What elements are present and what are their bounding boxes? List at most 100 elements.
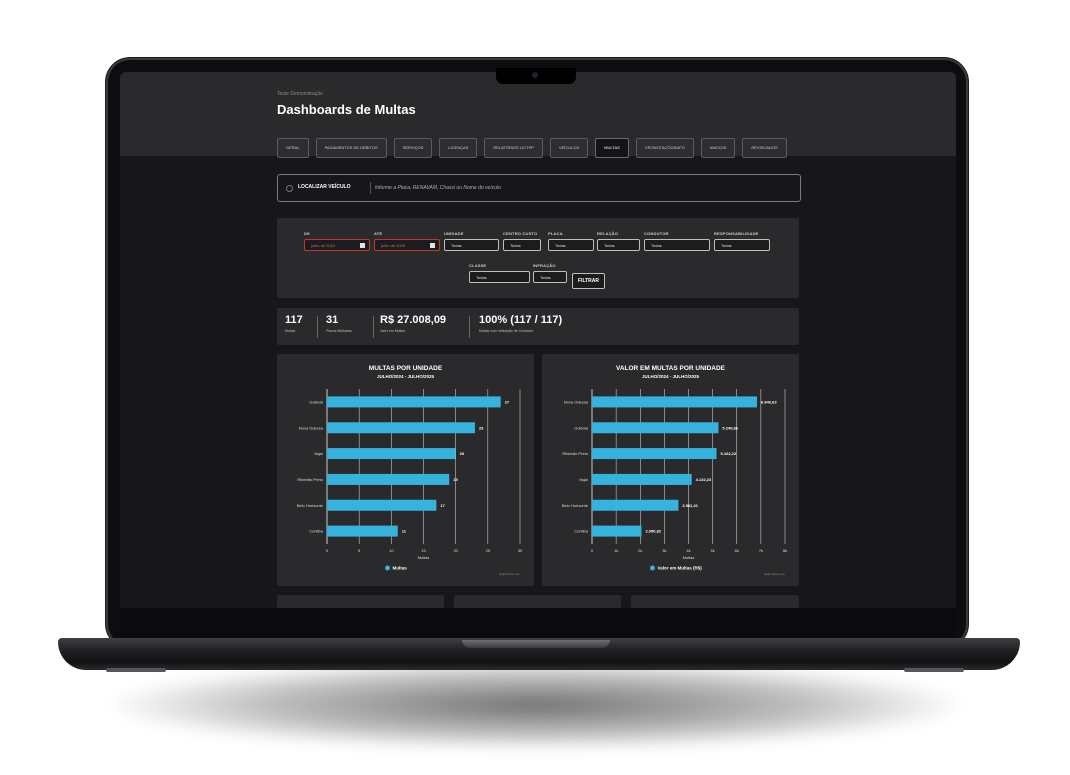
- filter-condutor: CONDUTOR Todos: [644, 231, 710, 251]
- filter-ate-label: ATÉ: [374, 231, 383, 236]
- search-input[interactable]: [375, 181, 785, 195]
- unidade-select[interactable]: Todas: [444, 239, 499, 251]
- multas-por-unidade-chart: MULTAS POR UNIDADE JULHO/2024 - JULHO/202…: [297, 365, 523, 576]
- tab-multas[interactable]: MULTAS: [595, 138, 629, 158]
- date-to-input[interactable]: julho de 2025: [374, 239, 440, 251]
- filter-de: DE julho de 2024: [304, 231, 370, 251]
- bar[interactable]: [327, 448, 456, 460]
- bar-data-label: 27: [505, 399, 510, 404]
- bar[interactable]: [327, 422, 475, 434]
- tab-veiculos[interactable]: VEÍCULOS: [549, 138, 589, 158]
- kpi-label: Multas: [285, 329, 296, 333]
- x-tick-label: 5: [358, 548, 361, 553]
- category-label: Curitiba: [309, 529, 324, 534]
- filter-centro-custo-label: CENTRO CUSTO: [503, 231, 538, 236]
- tab-anexos[interactable]: ANEXOS: [700, 138, 736, 158]
- x-tick-label: 4k: [686, 548, 690, 553]
- filter-responsabilidade-label: RESPONSABILIDADE: [714, 231, 759, 236]
- filter-responsabilidade: RESPONSABILIDADE Todas: [714, 231, 770, 251]
- filter-placa-label: PLACA: [548, 231, 563, 236]
- bar[interactable]: [592, 396, 758, 408]
- bar[interactable]: [327, 473, 450, 485]
- kpi-label: Placas Multadas: [326, 329, 352, 333]
- category-label: Nova Odessa: [564, 399, 589, 404]
- kpi-valor: R$ 27.008,09 Valor em Multas: [380, 314, 446, 333]
- bar-data-label: 20: [460, 451, 465, 456]
- kpi-value: 100% (117 / 117): [479, 314, 563, 326]
- tab-geral[interactable]: GERAL: [277, 138, 309, 158]
- responsabilidade-select[interactable]: Todas: [714, 239, 770, 251]
- kpi-divider: [373, 316, 374, 338]
- tab-reviscados[interactable]: REVISCADOS: [742, 138, 787, 158]
- legend-marker[interactable]: [385, 565, 390, 571]
- kpi-label: Valor em Multas: [380, 329, 406, 333]
- chart-credit[interactable]: Highcharts.com: [499, 572, 520, 576]
- kpi-indicacao: 100% (117 / 117) Multas com Indicação de…: [479, 314, 562, 333]
- filter-relacao: RELAÇÃO Todos: [597, 231, 640, 251]
- legend-marker[interactable]: [650, 565, 655, 571]
- filter-placa: PLACA Todas: [548, 231, 594, 251]
- date-to-value: julho de 2025: [381, 243, 406, 248]
- bar[interactable]: [327, 499, 437, 511]
- calendar-icon[interactable]: [430, 243, 435, 248]
- x-tick-label: 6k: [735, 548, 739, 553]
- kpi-strip: 117 Multas 31 Placas Multadas R$ 27.008,…: [277, 308, 799, 345]
- bar[interactable]: [592, 499, 679, 511]
- filter-classe-label: CLASSE: [469, 263, 487, 268]
- date-from-input[interactable]: julho de 2024: [304, 239, 370, 251]
- filter-relacao-label: RELAÇÃO: [597, 231, 619, 236]
- filter-ate: ATÉ julho de 2025: [374, 231, 440, 251]
- filter-button[interactable]: FILTRAR: [572, 273, 606, 289]
- tab-cronotacografo[interactable]: CRONOTACÓGRAFO: [635, 138, 694, 158]
- chart-subtitle: JULHO/2024 - JULHO/2025: [377, 374, 435, 379]
- classe-select[interactable]: Todas: [469, 271, 530, 283]
- bar[interactable]: [592, 473, 692, 485]
- x-tick-label: 8k: [783, 548, 787, 553]
- tab-licencas[interactable]: LICENÇAS: [439, 138, 478, 158]
- condutor-select[interactable]: Todos: [644, 239, 710, 251]
- filter-infracao-label: INFRAÇÃO: [533, 263, 556, 268]
- chart-credit[interactable]: Highcharts.com: [764, 572, 785, 576]
- bar-data-label: 19: [453, 477, 458, 482]
- x-tick-label: 10: [389, 548, 394, 553]
- category-label: Belo Horizonte: [562, 503, 589, 508]
- tab-relatorios-lictpp[interactable]: RELATÓRIOS LICTPP: [484, 138, 543, 158]
- placa-select[interactable]: Todas: [548, 239, 594, 251]
- search-icon: [286, 185, 293, 192]
- bar-data-label: 5.162,22: [721, 451, 737, 456]
- kpi-placas: 31 Placas Multadas: [326, 314, 352, 333]
- bar-data-label: 3.581,31: [682, 503, 698, 508]
- filter-classe: CLASSE Todas: [469, 263, 530, 283]
- legend-label[interactable]: Valor em Multas (R$): [658, 566, 703, 571]
- bar[interactable]: [327, 396, 501, 408]
- bar[interactable]: [592, 422, 719, 434]
- x-tick-label: 2k: [638, 548, 642, 553]
- relacao-select[interactable]: Todos: [597, 239, 640, 251]
- bar[interactable]: [592, 525, 642, 537]
- x-tick-label: 20: [453, 548, 458, 553]
- chart-card-valor-por-unidade: VALOR EM MULTAS POR UNIDADE JULHO/2024 - …: [542, 354, 799, 586]
- calendar-icon[interactable]: [360, 243, 365, 248]
- tab-pagamentos-de-debitos[interactable]: PAGAMENTOS DE DÉBITOS: [315, 138, 387, 158]
- vehicle-search-bar: LOCALIZAR VEÍCULO: [277, 174, 801, 202]
- bar[interactable]: [327, 525, 398, 537]
- filter-de-label: DE: [304, 231, 310, 236]
- tab-bar: GERAL PAGAMENTOS DE DÉBITOS SERVIÇOS LICENÇ…: [277, 138, 787, 158]
- centro-custo-select[interactable]: Todos: [503, 239, 541, 251]
- date-from-value: julho de 2024: [311, 243, 336, 248]
- kpi-divider: [317, 316, 318, 338]
- bar-data-label: 11: [402, 529, 407, 534]
- search-divider: [370, 182, 371, 194]
- kpi-value: R$ 27.008,09: [380, 314, 447, 326]
- x-tick-label: 30: [518, 548, 523, 553]
- tab-servicos[interactable]: SERVIÇOS: [393, 138, 433, 158]
- laptop-hinge: [462, 640, 610, 648]
- kpi-value: 31: [326, 314, 339, 326]
- legend-label[interactable]: Multas: [393, 566, 408, 571]
- search-label: LOCALIZAR VEÍCULO: [298, 184, 351, 190]
- bar[interactable]: [592, 448, 717, 460]
- category-label: Ribeirão Preto: [562, 451, 588, 456]
- page-title: Dashboards de Multas: [277, 102, 416, 117]
- next-card: [277, 595, 444, 608]
- infracao-select[interactable]: Todas: [533, 271, 567, 283]
